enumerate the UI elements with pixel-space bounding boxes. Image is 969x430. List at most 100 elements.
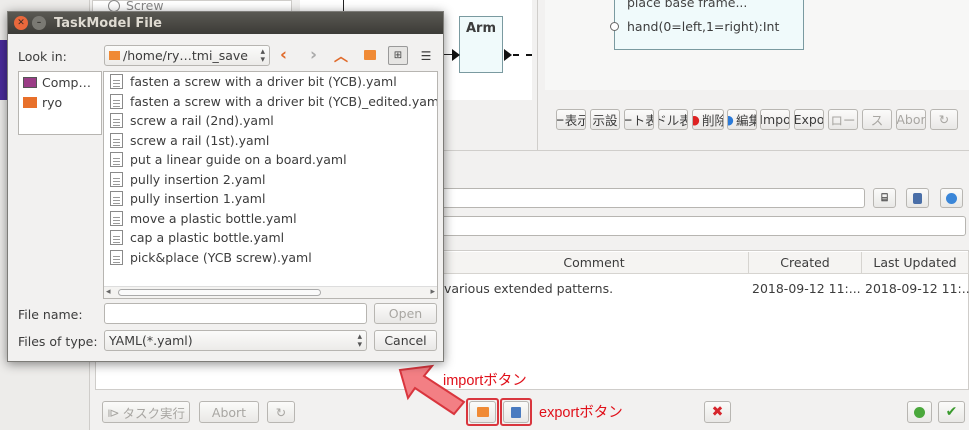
globe-button[interactable]	[940, 188, 963, 208]
abort-button[interactable]: Abort	[199, 401, 259, 423]
place-home[interactable]: ryo	[19, 92, 101, 112]
database-icon	[913, 192, 922, 204]
files-of-type-label: Files of type:	[18, 334, 98, 349]
detail-view-icon[interactable]: ☰	[416, 46, 436, 65]
file-icon	[110, 249, 123, 265]
row-updated[interactable]: 2018-09-12 11:...	[865, 276, 969, 300]
horizontal-scrollbar[interactable]: ◂ ▸	[104, 286, 437, 298]
db-button[interactable]	[906, 188, 929, 208]
cancel-button[interactable]: Cancel	[374, 330, 437, 351]
file-dialog: ✕ – TaskModel File Look in: /home/ry…tmi…	[7, 11, 444, 362]
file-icon	[110, 113, 123, 129]
list-item[interactable]: cap a plastic bottle.yaml	[104, 228, 437, 248]
edit-icon: ●	[728, 112, 734, 127]
ok-button[interactable]: ✔	[938, 401, 965, 423]
file-icon	[110, 171, 123, 187]
run-task-button[interactable]: ⧐ タスク実行	[102, 401, 190, 423]
toolbar-edit-button[interactable]: ●編集	[727, 109, 757, 130]
dialog-titlebar: ✕ – TaskModel File	[8, 12, 443, 34]
export-highlight	[500, 398, 532, 426]
path-combo[interactable]: /home/ry…tmi_save ▴ ▾	[104, 45, 270, 66]
search-input[interactable]	[440, 188, 865, 208]
list-item[interactable]: pully insertion 1.yaml	[104, 189, 437, 209]
list-item[interactable]: move a plastic bottle.yaml	[104, 209, 437, 229]
export-annotation: exportボタン	[539, 405, 623, 421]
path-value: /home/ry…tmi_save	[123, 48, 248, 63]
updown-icon: ▴ ▾	[357, 331, 362, 350]
toolbar-btn-2[interactable]: 示設	[590, 109, 620, 130]
list-item[interactable]: put a linear guide on a board.yaml	[104, 150, 437, 170]
file-icon	[110, 152, 123, 168]
globe-icon	[946, 192, 957, 204]
minimize-icon[interactable]: –	[32, 16, 46, 30]
file-name-label: File name:	[18, 307, 83, 322]
files-of-type-select[interactable]: YAML(*.yaml) ▴ ▾	[104, 330, 367, 351]
row-comment[interactable]: various extended patterns.	[444, 276, 744, 300]
play-icon: ⧐	[106, 404, 120, 420]
scrollbar-thumb[interactable]	[118, 289, 321, 296]
new-folder-icon[interactable]	[364, 50, 376, 60]
canvas-line-left	[443, 54, 452, 55]
file-name-input[interactable]	[104, 303, 367, 324]
home-folder-icon	[23, 96, 37, 108]
param-node[interactable]: place base frame... hand(0=left,1=right)…	[614, 0, 804, 50]
plus-icon	[914, 406, 925, 418]
toolbar-btn-1[interactable]: ー表示	[556, 109, 586, 130]
list-view-icon[interactable]: ⊞	[388, 46, 408, 65]
toolbar-export-button[interactable]: Expo	[794, 109, 824, 130]
list-item[interactable]: fasten a screw with a driver bit (YCB).y…	[104, 72, 437, 92]
col-updated[interactable]: Last Updated	[862, 252, 969, 274]
file-icon	[110, 230, 123, 246]
file-icon	[110, 210, 123, 226]
reload-button[interactable]: ↻	[267, 401, 295, 423]
radio-icon	[108, 0, 120, 12]
delete-button[interactable]: ✖	[704, 401, 731, 423]
open-button[interactable]: Open	[374, 303, 437, 324]
file-icon	[110, 132, 123, 148]
toolbar-delete-button[interactable]: ●削除	[692, 109, 724, 130]
list-item[interactable]: pully insertion 2.yaml	[104, 170, 437, 190]
delete-icon: ●	[693, 112, 700, 127]
add-button[interactable]	[907, 401, 932, 423]
arm-output-port-icon	[504, 49, 512, 61]
arm-input-port-icon	[452, 49, 460, 61]
close-icon[interactable]: ✕	[14, 16, 28, 30]
list-item[interactable]: pick&place (YCB screw).yaml	[104, 248, 437, 268]
search-button[interactable]: ⌸	[873, 188, 896, 208]
folder-icon	[109, 51, 120, 60]
arm-node[interactable]: Arm	[459, 16, 503, 73]
arm-node-title: Arm	[465, 21, 497, 36]
col-comment[interactable]: Comment	[440, 252, 749, 274]
list-item[interactable]: fasten a screw with a driver bit (YCB)_e…	[104, 92, 437, 112]
scroll-right-icon[interactable]: ▸	[430, 287, 435, 297]
col-created[interactable]: Created	[749, 252, 862, 274]
toolbar-btn-4[interactable]: ドル表	[658, 109, 688, 130]
import-annotation: importボタン	[443, 373, 527, 389]
dialog-title: TaskModel File	[54, 15, 162, 31]
close-icon: ✖	[711, 404, 724, 420]
toolbar-load-button[interactable]: ロー	[828, 109, 858, 130]
import-highlight	[466, 398, 499, 426]
computer-icon	[23, 76, 37, 88]
file-icon	[110, 74, 123, 90]
toolbar-btn-10[interactable]: ス	[862, 109, 892, 130]
param-line2: hand(0=left,1=right):Int	[627, 19, 780, 34]
scroll-left-icon[interactable]: ◂	[106, 287, 111, 297]
toolbar-btn-3[interactable]: ート表	[624, 109, 654, 130]
forward-icon[interactable]: ›	[310, 45, 317, 65]
list-item[interactable]: screw a rail (2nd).yaml	[104, 111, 437, 131]
place-computer[interactable]: Comp…	[19, 72, 101, 92]
toolbar-abort-button[interactable]: Abor	[896, 109, 926, 130]
param-port-icon	[610, 22, 619, 31]
toolbar-refresh-button[interactable]: ↻	[930, 109, 958, 130]
look-in-label: Look in:	[18, 49, 67, 64]
file-icon	[110, 191, 123, 207]
toolbar-import-button[interactable]: Impo	[760, 109, 790, 130]
list-item[interactable]: screw a rail (1st).yaml	[104, 131, 437, 151]
file-list: fasten a screw with a driver bit (YCB).y…	[103, 71, 438, 299]
places-list: Comp… ryo	[18, 71, 102, 135]
back-icon[interactable]: ‹	[280, 45, 287, 65]
row-created[interactable]: 2018-09-12 11:...	[752, 276, 860, 300]
filter-input[interactable]	[440, 216, 966, 236]
up-icon[interactable]: ︿	[334, 46, 348, 66]
